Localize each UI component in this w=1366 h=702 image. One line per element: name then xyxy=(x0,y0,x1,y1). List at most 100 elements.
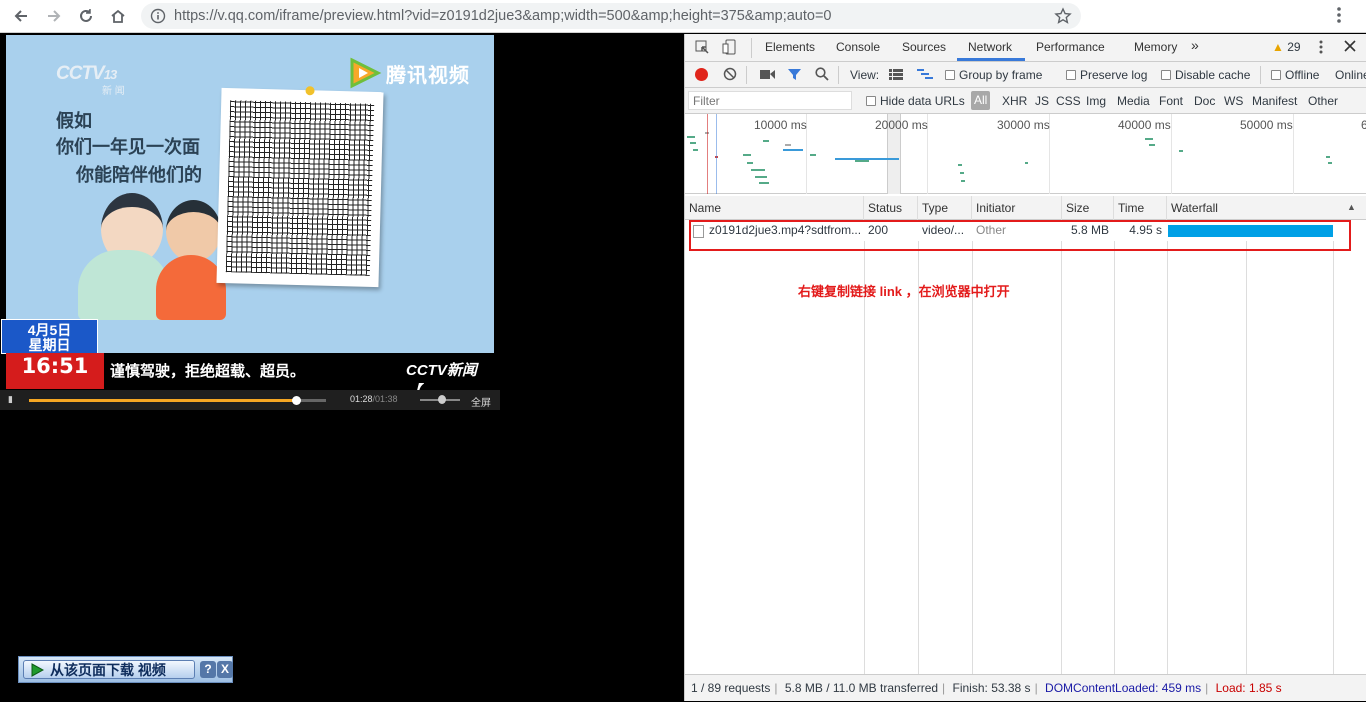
search-icon[interactable] xyxy=(815,67,829,84)
filter-other[interactable]: Other xyxy=(1308,94,1338,108)
overview-mark xyxy=(747,162,753,164)
warning-icon: ▲ xyxy=(1272,40,1284,54)
url-text[interactable]: https://v.qq.com/iframe/preview.html?vid… xyxy=(174,8,831,24)
bookmark-star-icon[interactable] xyxy=(1054,7,1072,28)
col-size[interactable]: Size xyxy=(1061,196,1114,220)
annotation-text: 右键复制链接 link ，在浏览器中打开 xyxy=(798,284,1010,299)
overview-mark xyxy=(693,149,698,151)
inspect-element-icon[interactable] xyxy=(695,40,710,58)
warnings-badge[interactable]: ▲ 29 xyxy=(1272,40,1301,54)
overview-mark xyxy=(960,172,964,174)
preserve-log-checkbox[interactable]: Preserve log xyxy=(1066,68,1147,82)
filter-img[interactable]: Img xyxy=(1086,94,1106,108)
filter-media[interactable]: Media xyxy=(1117,94,1150,108)
offline-checkbox[interactable]: Offline xyxy=(1271,68,1319,82)
tab-sources[interactable]: Sources xyxy=(902,40,946,54)
overview-mark xyxy=(1149,144,1155,146)
forward-icon[interactable] xyxy=(43,5,65,27)
large-rows-icon[interactable] xyxy=(889,69,903,83)
disable-cache-checkbox[interactable]: Disable cache xyxy=(1161,68,1250,82)
reload-icon[interactable] xyxy=(75,5,97,27)
filter-font[interactable]: Font xyxy=(1159,94,1183,108)
tab-console[interactable]: Console xyxy=(836,40,880,54)
filter-all[interactable]: All xyxy=(971,91,991,110)
progress-bar[interactable] xyxy=(29,396,326,405)
filter-ws[interactable]: WS xyxy=(1224,94,1243,108)
throttling-select[interactable]: Online xyxy=(1335,68,1366,82)
group-by-frame-checkbox[interactable]: Group by frame xyxy=(945,68,1042,82)
tab-elements[interactable]: Elements xyxy=(765,40,815,54)
record-icon[interactable] xyxy=(695,68,708,81)
overview-mark xyxy=(1145,138,1153,140)
col-time[interactable]: Time xyxy=(1114,196,1167,220)
tencent-video-logo: 腾讯视频 xyxy=(348,57,470,89)
page-content: CCTV13 新 闻 腾讯视频 假如 你们一年见一次面 你能陪伴他们的 4月5日… xyxy=(0,34,684,701)
col-name[interactable]: Name xyxy=(685,196,864,220)
col-waterfall[interactable]: Waterfall xyxy=(1167,196,1366,220)
progress-fill xyxy=(29,399,297,402)
info-icon[interactable] xyxy=(150,8,166,27)
load-line xyxy=(707,114,708,194)
home-icon[interactable] xyxy=(107,5,129,27)
tab-memory[interactable]: Memory xyxy=(1134,40,1177,54)
overview-label: 40000 ms xyxy=(1118,118,1171,132)
hide-data-urls-checkbox[interactable]: Hide data URLs xyxy=(866,94,965,108)
overview-mark xyxy=(855,160,869,162)
filter-manifest[interactable]: Manifest xyxy=(1252,94,1297,108)
requests-header: Name Status Type Initiator Size Time Wat… xyxy=(685,196,1366,220)
volume-slider[interactable] xyxy=(420,395,460,404)
browser-toolbar: https://v.qq.com/iframe/preview.html?vid… xyxy=(0,0,1366,33)
col-status[interactable]: Status xyxy=(864,196,918,220)
more-tabs-icon[interactable]: » xyxy=(1191,37,1199,53)
date-box: 4月5日 星期日 xyxy=(1,319,98,354)
active-tab-indicator xyxy=(957,58,1025,61)
browser-menu-icon[interactable] xyxy=(1336,6,1342,27)
progress-handle[interactable] xyxy=(292,396,302,405)
tab-performance[interactable]: Performance xyxy=(1036,40,1105,54)
address-bar[interactable]: https://v.qq.com/iframe/preview.html?vid… xyxy=(141,3,1081,29)
filter-xhr[interactable]: XHR xyxy=(1002,94,1027,108)
sort-ascending-icon[interactable]: ▲ xyxy=(1347,202,1356,212)
col-type[interactable]: Type xyxy=(918,196,972,220)
tab-network[interactable]: Network xyxy=(968,40,1012,54)
status-bar: 1 / 89 requests | 5.8 MB / 11.0 MB transf… xyxy=(685,674,1366,701)
screenshot-camera-icon[interactable] xyxy=(760,69,775,83)
volume-indicator-icon[interactable]: ▮ xyxy=(8,394,13,405)
overview-mark xyxy=(763,140,769,142)
filter-funnel-icon[interactable] xyxy=(787,68,802,84)
download-video-button[interactable]: 从该页面下载 视频 xyxy=(23,660,195,679)
filter-css[interactable]: CSS xyxy=(1056,94,1081,108)
volume-handle[interactable] xyxy=(438,395,446,404)
overview-mark xyxy=(755,176,767,178)
overview-mark xyxy=(1328,162,1332,164)
news-ticker: 16:51 谨慎驾驶，拒绝超载、超员。 CCTV新闻 【 xyxy=(6,353,494,400)
network-overview[interactable]: 10000 ms 20000 ms 30000 ms 40000 ms 5000… xyxy=(685,114,1366,194)
back-icon[interactable] xyxy=(10,5,32,27)
device-toolbar-icon[interactable] xyxy=(722,39,737,58)
fullscreen-button[interactable]: 全屏 xyxy=(471,394,491,409)
filter-doc[interactable]: Doc xyxy=(1194,94,1215,108)
overview-mark xyxy=(961,180,965,182)
overview-label: 20000 ms xyxy=(875,118,928,132)
requests-count: 1 / 89 requests xyxy=(691,681,771,695)
video-caption-2: 你们一年见一次面 xyxy=(56,137,200,157)
load-time: Load: 1.85 s xyxy=(1215,681,1282,695)
help-button[interactable]: ? xyxy=(200,661,216,678)
overview-label: 30000 ms xyxy=(997,118,1050,132)
filter-js[interactable]: JS xyxy=(1035,94,1049,108)
time-display: 01:28/01:38 xyxy=(350,394,398,404)
ticker-text: 谨慎驾驶，拒绝超载、超员。 xyxy=(110,363,306,380)
clear-icon[interactable] xyxy=(723,67,737,84)
dom-content-loaded: DOMContentLoaded: 459 ms xyxy=(1045,681,1202,695)
close-devtools-icon[interactable] xyxy=(1344,40,1356,55)
filter-input[interactable] xyxy=(688,91,852,110)
devtools-panel: Elements Console Sources Network Perform… xyxy=(684,34,1366,701)
waterfall-view-icon[interactable] xyxy=(917,69,933,83)
overview-mark xyxy=(958,164,962,166)
devtools-menu-icon[interactable] xyxy=(1319,40,1323,57)
close-download-bar-button[interactable]: X xyxy=(217,661,233,678)
pin-icon xyxy=(305,86,315,96)
overview-mark xyxy=(690,142,696,144)
overview-mark xyxy=(743,154,751,156)
overview-mark xyxy=(783,149,803,151)
